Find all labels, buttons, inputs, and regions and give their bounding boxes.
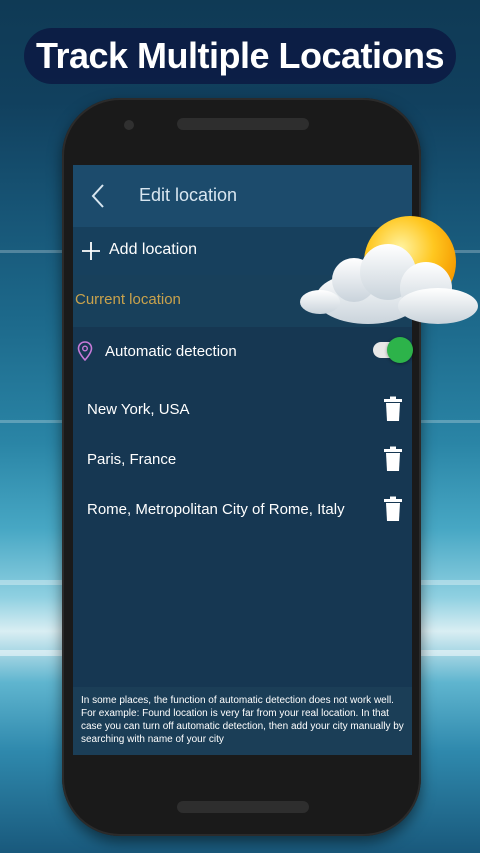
info-note: In some places, the function of automati… bbox=[73, 687, 412, 755]
city-row[interactable]: Rome, Metropolitan City of Rome, Italy bbox=[73, 485, 412, 535]
chevron-left-icon[interactable] bbox=[87, 183, 113, 209]
page-title: Edit location bbox=[139, 185, 238, 205]
city-row[interactable]: New York, USA bbox=[73, 385, 412, 435]
add-location-label: Add location bbox=[109, 241, 198, 258]
section-title: Current location bbox=[75, 291, 181, 308]
location-pin-icon bbox=[77, 341, 93, 361]
city-row[interactable]: Paris, France bbox=[73, 435, 412, 485]
info-note-text: In some places, the function of automati… bbox=[81, 695, 404, 745]
trash-icon[interactable] bbox=[382, 496, 404, 522]
automatic-detection-toggle[interactable] bbox=[373, 337, 413, 363]
phone-camera bbox=[124, 120, 134, 130]
trash-icon[interactable] bbox=[382, 396, 404, 422]
banner-title: Track Multiple Locations bbox=[35, 35, 445, 76]
sun-cloud-icon bbox=[300, 216, 478, 324]
phone-speaker-top bbox=[177, 118, 309, 130]
plus-icon bbox=[82, 242, 100, 260]
city-name: New York, USA bbox=[87, 401, 190, 418]
toggle-thumb bbox=[387, 337, 413, 363]
automatic-detection-label: Automatic detection bbox=[105, 343, 237, 360]
trash-icon[interactable] bbox=[382, 446, 404, 472]
promo-banner: Track Multiple Locations bbox=[24, 28, 456, 84]
phone-speaker-bottom bbox=[177, 801, 309, 813]
city-name: Paris, France bbox=[87, 451, 177, 468]
city-name: Rome, Metropolitan City of Rome, Italy bbox=[87, 501, 345, 518]
